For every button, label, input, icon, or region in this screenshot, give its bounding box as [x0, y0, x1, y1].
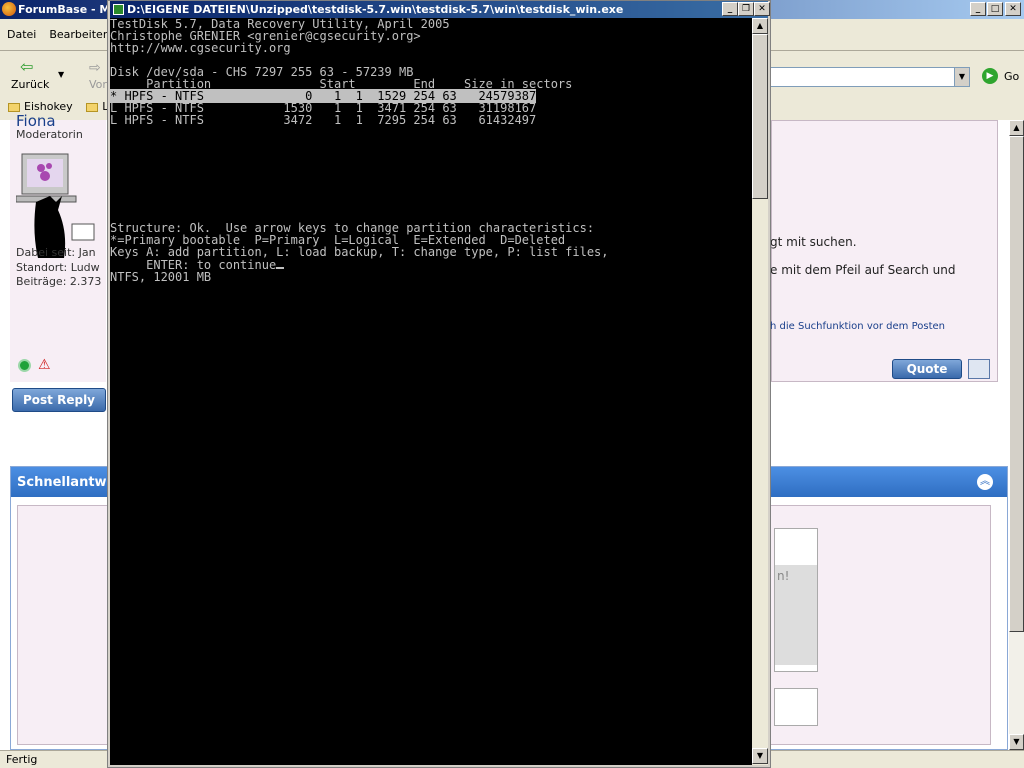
back-label[interactable]: Zurück [11, 78, 49, 91]
console-titlebar[interactable]: D:\EIGENE DATEIEN\Unzipped\testdisk-5.7.… [110, 1, 768, 18]
console-spacer [110, 126, 752, 222]
post-reply-button[interactable]: Post Reply [12, 388, 106, 412]
textarea-placeholder: n! [777, 569, 790, 583]
firefox-icon [2, 2, 16, 16]
browser-scrollbar[interactable]: ▲ ▼ [1009, 120, 1024, 750]
back-arrow-icon[interactable]: ⇦ [20, 59, 36, 75]
author-location: Standort: Ludw [16, 261, 100, 274]
browser-title: ForumBase - M [18, 3, 111, 16]
minimize-button[interactable]: _ [970, 2, 986, 16]
post-text-line-2: e mit dem Pfeil auf Search und [770, 263, 956, 277]
online-status-icon [18, 359, 31, 372]
menu-item-datei[interactable]: Datei [7, 28, 36, 41]
console-scrollbar[interactable]: ▲ ▼ [752, 18, 768, 765]
author-joined: Dabei seit: Jan [16, 246, 96, 259]
go-icon[interactable]: ▶ [982, 68, 998, 84]
forward-arrow-icon[interactable]: ⇨ [89, 60, 101, 76]
console-screen[interactable]: TestDisk 5.7, Data Recovery Utility, Apr… [110, 18, 752, 765]
edit-icon[interactable] [968, 359, 990, 379]
collapse-icon[interactable]: ︽ [977, 474, 993, 490]
post-text-line-3: h die Suchfunktion vor dem Posten [770, 321, 945, 332]
scroll-thumb[interactable] [1009, 136, 1024, 632]
reply-textarea[interactable]: n! [774, 528, 818, 672]
post-author-panel: Fiona Moderatorin Dabei seit: Jan Stando… [10, 112, 106, 382]
quote-button[interactable]: Quote [892, 359, 962, 379]
post-body-panel: gt mit suchen. e mit dem Pfeil auf Searc… [770, 120, 998, 382]
quick-reply-title: Schnellantw [17, 475, 107, 490]
partition-row-3[interactable]: L HPFS - NTFS 3472 1 1 7295 254 63 61432… [110, 114, 752, 126]
maximize-button[interactable]: □ [987, 2, 1003, 16]
console-close-button[interactable]: ✕ [754, 2, 770, 16]
reply-secondary-box[interactable] [774, 688, 818, 726]
console-app-icon [113, 4, 124, 15]
folder-icon [8, 102, 20, 112]
folder-icon [86, 102, 99, 112]
console-window: D:\EIGENE DATEIEN\Unzipped\testdisk-5.7.… [107, 0, 771, 768]
console-scroll-thumb[interactable] [752, 34, 768, 199]
url-dropdown-icon[interactable]: ▼ [954, 67, 970, 87]
bookmark-l[interactable]: L [86, 100, 108, 113]
post-text-line-1: gt mit suchen. [770, 235, 857, 249]
console-scroll-up-icon[interactable]: ▲ [752, 18, 768, 34]
scroll-down-icon[interactable]: ▼ [1009, 734, 1024, 750]
forward-label[interactable]: Vor [89, 78, 107, 91]
author-posts: Beiträge: 2.373 [16, 275, 102, 288]
console-header-3: http://www.cgsecurity.org [110, 41, 291, 55]
console-footer-3: Keys A: add partition, L: load backup, T… [110, 245, 609, 259]
scroll-up-icon[interactable]: ▲ [1009, 120, 1024, 136]
go-label[interactable]: Go [1004, 70, 1019, 83]
menu-item-bearbeiten[interactable]: Bearbeiten [49, 28, 109, 41]
console-maximize-button[interactable]: ❐ [738, 2, 754, 16]
warning-icon[interactable]: ⚠ [38, 357, 51, 373]
console-status-line: NTFS, 12001 MB [110, 270, 212, 284]
console-scroll-down-icon[interactable]: ▼ [752, 748, 768, 764]
console-title: D:\EIGENE DATEIEN\Unzipped\testdisk-5.7.… [127, 3, 624, 16]
url-input[interactable] [770, 67, 970, 87]
console-minimize-button[interactable]: _ [722, 2, 738, 16]
text-cursor [276, 258, 285, 269]
author-rank: Moderatorin [16, 128, 83, 141]
back-dropdown-icon[interactable]: ▼ [58, 70, 64, 79]
menu-bar: Datei Bearbeiten [0, 28, 116, 48]
status-text: Fertig [6, 753, 38, 766]
close-button[interactable]: ✕ [1005, 2, 1021, 16]
